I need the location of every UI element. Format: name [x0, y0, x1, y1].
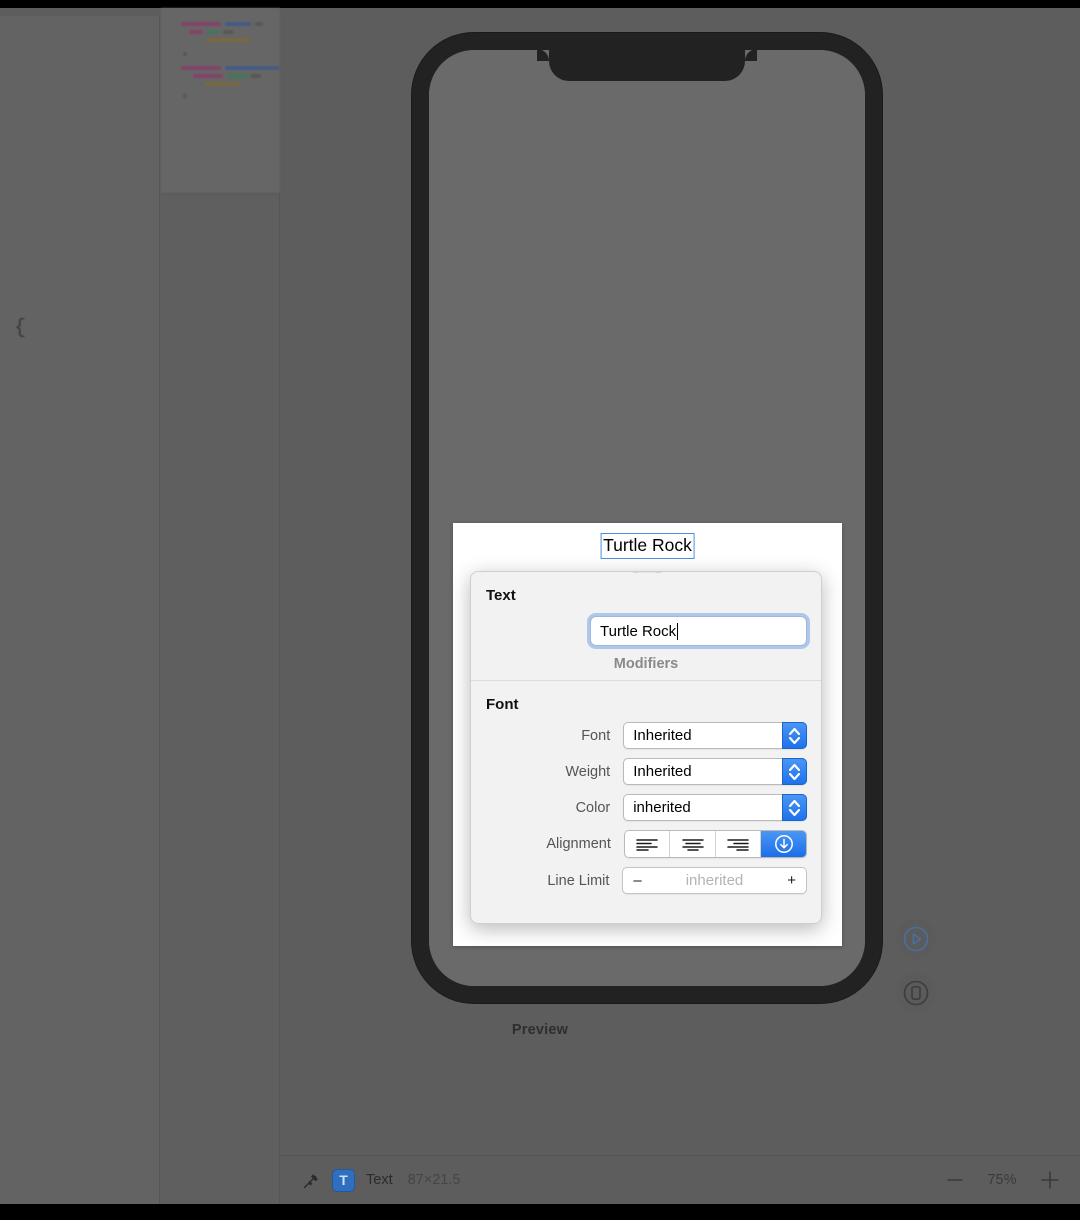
alignment-label: Alignment [546, 836, 611, 852]
zoom-in-button[interactable] [1038, 1168, 1062, 1192]
text-field-row: Turtle Rock [471, 604, 821, 646]
window-top-edge [0, 0, 1080, 8]
element-type-badge: T [332, 1168, 355, 1192]
device-settings-button[interactable] [896, 973, 936, 1013]
alignment-inherited-button[interactable] [761, 831, 806, 857]
font-row: Font Inherited [471, 722, 821, 749]
attributes-inspector-popover: Text Turtle Rock Modifiers Font Font Inh… [470, 571, 822, 924]
line-limit-stepper[interactable]: – inherited + [622, 867, 807, 894]
text-value-input[interactable]: Turtle Rock [590, 616, 807, 646]
weight-popup-button[interactable]: Inherited [623, 758, 807, 785]
align-left-button[interactable] [624, 831, 671, 857]
align-left-icon [636, 839, 658, 851]
alignment-segmented-control [623, 830, 807, 858]
chevron-updown-icon [782, 758, 807, 785]
inherited-icon [774, 835, 793, 853]
chevron-updown-icon [782, 794, 807, 821]
code-brace-glyph: { [14, 317, 27, 340]
element-dimensions-label: 87×21.5 [407, 1172, 461, 1188]
xcode-preview-canvas: { Preview Turtle Rock Text Turtle Rock M… [0, 0, 1080, 1220]
line-limit-value: inherited [685, 872, 744, 889]
live-preview-button[interactable] [896, 919, 936, 959]
canvas-status-bar: T Text 87×21.5 75% [280, 1155, 1080, 1204]
pushpin-icon[interactable] [302, 1171, 321, 1190]
popover-arrow [632, 572, 662, 573]
zoom-level-label: 75% [987, 1172, 1017, 1188]
chevron-updown-icon [782, 722, 807, 749]
device-notch [537, 50, 757, 81]
color-label: Color [575, 799, 611, 816]
element-name-label: Text [366, 1172, 393, 1188]
weight-label: Weight [565, 763, 611, 780]
weight-value: Inherited [633, 763, 692, 780]
play-circle-icon [903, 926, 929, 952]
line-limit-increment[interactable]: + [787, 872, 796, 889]
color-row: Color inherited [471, 794, 821, 821]
status-bar-right: 75% [944, 1168, 1062, 1192]
zoom-out-button[interactable] [944, 1169, 966, 1191]
line-limit-label: Line Limit [547, 872, 610, 889]
font-label: Font [581, 727, 611, 744]
color-popup-button[interactable]: inherited [623, 794, 807, 821]
code-minimap-thumbnail [161, 8, 280, 194]
preview-title-label: Preview [511, 1022, 569, 1038]
color-value: inherited [633, 799, 691, 816]
text-section-title: Text [486, 587, 516, 604]
modifiers-label: Modifiers [613, 656, 679, 672]
window-bottom-edge [0, 1204, 1080, 1220]
text-value: Turtle Rock [600, 622, 677, 640]
line-limit-decrement[interactable]: – [633, 872, 641, 889]
alignment-row: Alignment [471, 830, 821, 858]
device-circle-icon [903, 980, 929, 1006]
status-bar-left: T Text 87×21.5 [302, 1168, 944, 1192]
font-popup-button[interactable]: Inherited [623, 722, 807, 749]
selected-text-view[interactable]: Turtle Rock [600, 533, 695, 559]
weight-row: Weight Inherited [471, 758, 821, 785]
font-section: Font Font Inherited Weight Inherited Col… [471, 681, 821, 894]
font-value: Inherited [633, 727, 692, 744]
align-right-icon [727, 839, 749, 851]
align-center-button[interactable] [670, 831, 716, 857]
text-caret [677, 622, 679, 640]
font-section-title: Font [486, 696, 519, 713]
line-limit-row: Line Limit – inherited + [471, 867, 821, 894]
align-right-button[interactable] [715, 831, 762, 857]
align-center-icon [681, 839, 704, 851]
